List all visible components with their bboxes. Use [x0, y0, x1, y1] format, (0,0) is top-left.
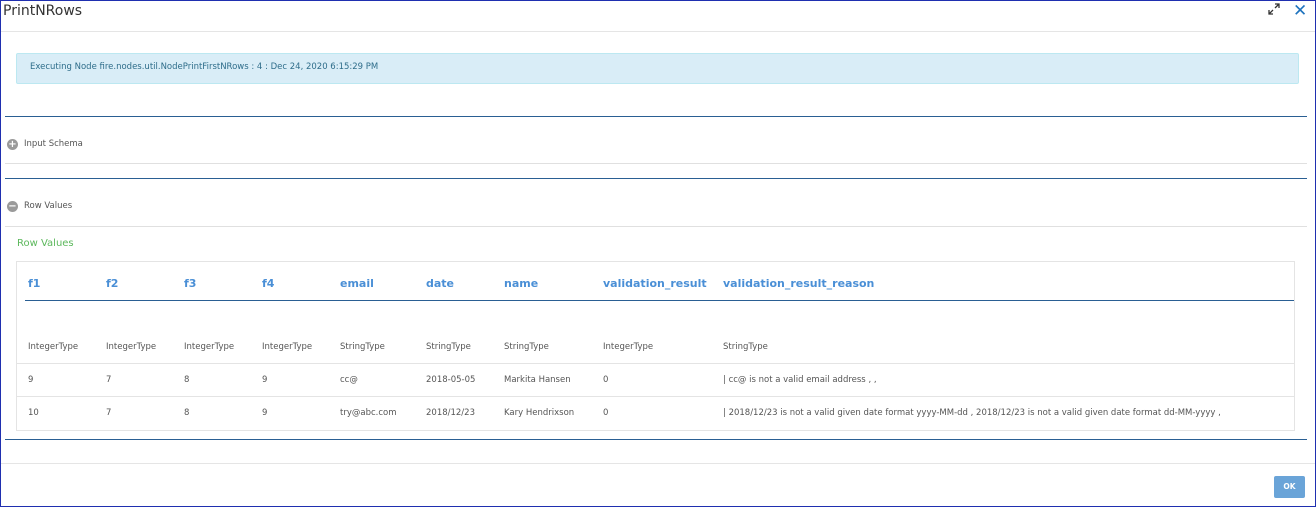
table-cell: StringType — [426, 342, 471, 352]
table-cell: 9 — [262, 375, 268, 385]
column-header-date: date — [426, 277, 455, 290]
dialog-window: PrintNRows ✕ Executing Node fire.nodes.u… — [0, 0, 1316, 507]
section-input-schema-label: Input Schema — [24, 139, 83, 149]
table-cell: 7 — [106, 408, 112, 418]
table-cell: 2018-05-05 — [426, 375, 476, 385]
table-cell: try@abc.com — [340, 408, 397, 418]
section-row-values-toggle[interactable]: − Row Values — [7, 199, 72, 213]
title-bar: PrintNRows ✕ — [1, 1, 1315, 32]
table-cell: Kary Hendrixson — [504, 408, 575, 418]
table-cell: StringType — [504, 342, 549, 352]
table-cell: | 2018/12/23 is not a valid given date f… — [723, 408, 1221, 418]
table-cell: IntegerType — [262, 342, 313, 352]
status-banner-text: Executing Node fire.nodes.util.NodePrint… — [30, 62, 379, 72]
column-header-validation-result: validation_result — [603, 277, 707, 290]
table-cell: 9 — [262, 408, 268, 418]
table-cell: cc@ — [340, 375, 358, 385]
column-header-f1: f1 — [28, 277, 41, 290]
table-cell: IntegerType — [28, 342, 79, 352]
divider — [5, 178, 1307, 179]
table-cell: 10 — [28, 408, 39, 418]
divider — [5, 439, 1307, 440]
section-input-schema-toggle[interactable]: + Input Schema — [7, 137, 83, 151]
table-cell: 7 — [106, 375, 112, 385]
table-cell: 9 — [28, 375, 34, 385]
table-cell: StringType — [723, 342, 768, 352]
ok-button[interactable]: OK — [1274, 476, 1305, 498]
table-cell: Markita Hansen — [504, 375, 571, 385]
header-underline — [25, 300, 1294, 301]
column-header-f2: f2 — [106, 277, 119, 290]
plus-circle-icon: + — [7, 138, 18, 150]
table-cell: 8 — [184, 375, 190, 385]
section-row-values-label: Row Values — [24, 201, 73, 211]
row-separator — [17, 363, 1294, 364]
table-cell: 8 — [184, 408, 190, 418]
close-icon[interactable]: ✕ — [1293, 1, 1307, 21]
dialog-body: Executing Node fire.nodes.util.NodePrint… — [1, 31, 1314, 463]
row-values-table: f1 f2 f3 f4 email date name validation_r… — [16, 261, 1295, 431]
minus-circle-icon: − — [7, 200, 18, 212]
column-header-validation-result-reason: validation_result_reason — [723, 277, 875, 290]
table-cell: | cc@ is not a valid email address , , — [723, 375, 877, 385]
table-cell: 0 — [603, 375, 609, 385]
table-cell: IntegerType — [603, 342, 654, 352]
status-banner: Executing Node fire.nodes.util.NodePrint… — [16, 53, 1299, 84]
column-header-email: email — [340, 277, 374, 290]
divider — [5, 116, 1307, 117]
column-header-f4: f4 — [262, 277, 275, 290]
table-cell: IntegerType — [184, 342, 235, 352]
table-cell: 0 — [603, 408, 609, 418]
table-cell: StringType — [340, 342, 385, 352]
dialog-title: PrintNRows — [3, 3, 83, 19]
column-header-f3: f3 — [184, 277, 197, 290]
row-values-heading: Row Values — [17, 238, 74, 249]
footer-divider — [1, 463, 1315, 464]
expand-icon[interactable] — [1267, 2, 1283, 18]
divider — [5, 163, 1307, 164]
table-cell: 2018/12/23 — [426, 408, 475, 418]
row-separator — [17, 396, 1294, 397]
column-header-name: name — [504, 277, 539, 290]
divider — [5, 226, 1307, 227]
table-cell: IntegerType — [106, 342, 157, 352]
